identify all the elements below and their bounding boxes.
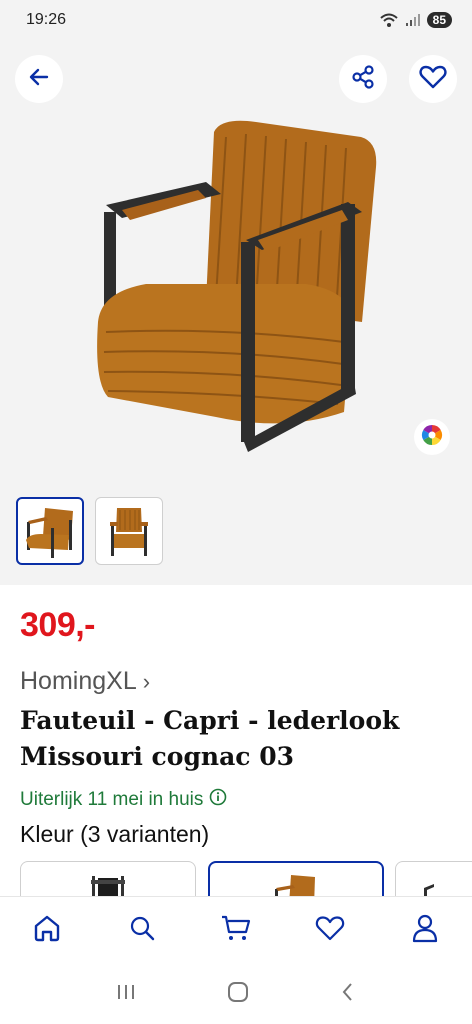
brand-name: HomingXL: [20, 667, 137, 695]
variant-option-cognac[interactable]: [208, 861, 384, 901]
cart-icon: [220, 913, 252, 948]
chevron-right-icon: ›: [142, 668, 151, 694]
variants-label: Kleur (3 varianten): [20, 821, 210, 847]
delivery-info[interactable]: Uiterlijk 11 mei in huis: [20, 788, 227, 812]
signal-icon: [405, 13, 421, 27]
nav-home[interactable]: [17, 901, 77, 961]
product-gallery: [0, 40, 472, 585]
product-title: Fauteuil - Capri - lederlook Missouri co…: [20, 706, 400, 771]
back-system-icon[interactable]: [338, 980, 358, 1009]
nav-account[interactable]: [395, 901, 455, 961]
nav-wishlist[interactable]: [300, 901, 360, 961]
system-navigation: [0, 964, 472, 1024]
status-bar: 19:26 85: [0, 0, 472, 40]
user-icon: [411, 913, 439, 948]
arrow-left-icon: [27, 65, 51, 94]
heart-icon: [419, 64, 447, 95]
share-icon: [350, 64, 376, 95]
home-icon: [32, 913, 62, 948]
product-image[interactable]: [86, 112, 386, 452]
share-button[interactable]: [339, 55, 387, 103]
brand-link[interactable]: HomingXL ›: [20, 667, 150, 696]
wifi-icon: [379, 12, 399, 28]
color-variants-button[interactable]: [414, 419, 450, 455]
search-icon: [128, 914, 156, 947]
variant-option-black[interactable]: [20, 861, 196, 901]
heart-icon: [315, 914, 345, 947]
delivery-text: Uiterlijk 11 mei in huis: [20, 789, 204, 810]
variant-option-3[interactable]: [395, 861, 472, 901]
bottom-navigation: [0, 896, 472, 964]
color-wheel-icon: [421, 424, 443, 451]
recent-apps-icon[interactable]: [114, 982, 138, 1007]
thumbnail-2[interactable]: [95, 497, 163, 565]
back-button[interactable]: [15, 55, 63, 103]
status-time: 19:26: [26, 11, 67, 28]
thumbnail-1[interactable]: [16, 497, 84, 565]
info-icon[interactable]: [209, 788, 227, 812]
status-icons: 85: [379, 12, 452, 28]
home-system-icon[interactable]: [226, 980, 250, 1009]
nav-search[interactable]: [112, 901, 172, 961]
favorite-button[interactable]: [409, 55, 457, 103]
nav-cart[interactable]: [206, 901, 266, 961]
battery-level: 85: [426, 12, 452, 28]
product-price: 309,-: [20, 606, 96, 644]
